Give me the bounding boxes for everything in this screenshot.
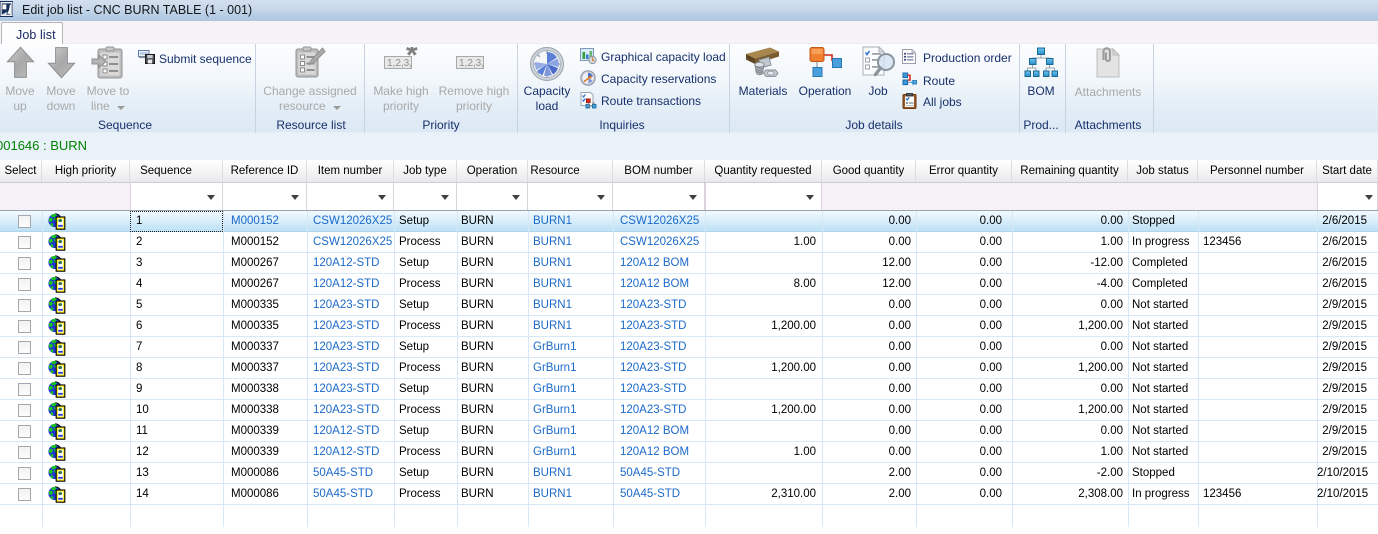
svg-text:*: *: [406, 47, 418, 71]
svg-text:1,2,3,: 1,2,3,: [459, 58, 484, 69]
